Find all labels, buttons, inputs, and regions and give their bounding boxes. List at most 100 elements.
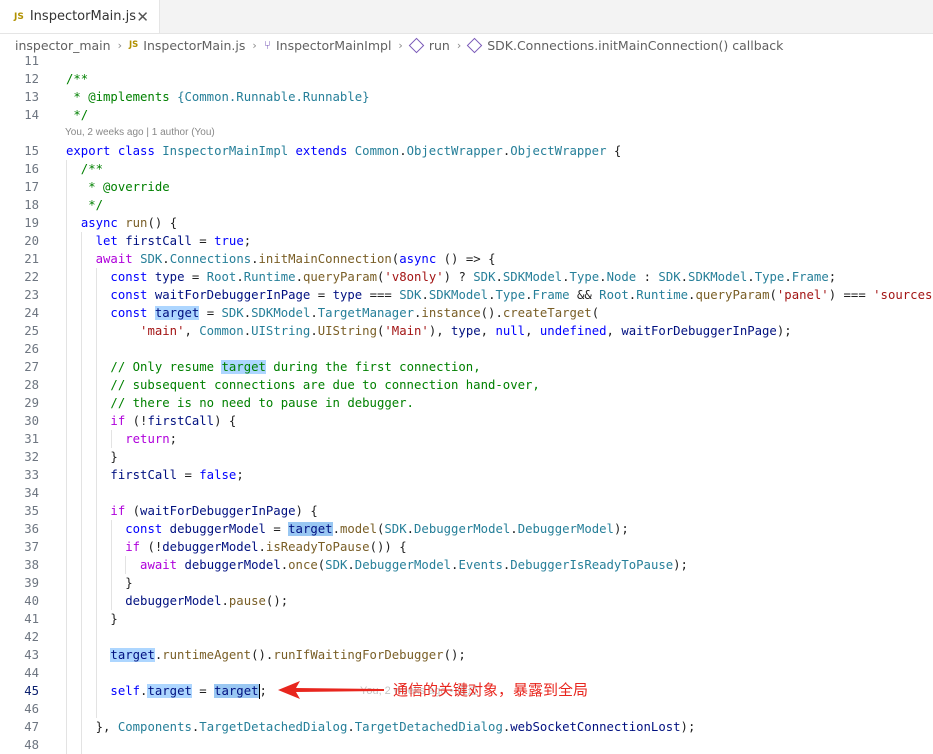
indent-guide (66, 484, 67, 502)
git-blame-annotation[interactable]: You, 2 weeks ago | 1 author (You) (0, 124, 933, 142)
code-line[interactable]: 15 export class InspectorMainImpl extends… (0, 142, 933, 160)
chevron-right-icon: › (398, 38, 403, 52)
code-line[interactable]: 31 return; (0, 430, 933, 448)
code-line[interactable]: 48 (0, 736, 933, 754)
indent-guide (66, 340, 67, 358)
line-number: 11 (24, 54, 39, 68)
indent-guide (80, 628, 82, 646)
indent-guide (95, 700, 97, 718)
code-line[interactable]: 16 /** (0, 160, 933, 178)
line-number: 35 (24, 504, 39, 518)
code-line[interactable]: 41 } (0, 610, 933, 628)
line-number: 34 (24, 486, 39, 500)
code-line[interactable]: 21 await SDK.Connections.initMainConnect… (0, 250, 933, 268)
code-line[interactable]: 12 /** (0, 70, 933, 88)
code-text: // there is no need to pause in debugger… (66, 396, 414, 410)
code-text: export class InspectorMainImpl extends C… (66, 144, 622, 158)
code-line[interactable]: 43 target.runtimeAgent().runIfWaitingFor… (0, 646, 933, 664)
tab-inspectormain-js[interactable]: JS InspectorMain.js ✕ (0, 0, 160, 33)
javascript-file-icon: JS (14, 11, 24, 22)
line-number: 28 (24, 378, 39, 392)
code-line[interactable]: 18 */ (0, 196, 933, 214)
code-line[interactable]: 25 'main', Common.UIString.UIString('Mai… (0, 322, 933, 340)
code-line[interactable]: 23 const waitForDebuggerInPage = type ==… (0, 286, 933, 304)
code-line[interactable]: 14 */ (0, 106, 933, 124)
code-text: firstCall = false; (110, 468, 244, 482)
line-number: 42 (24, 630, 39, 644)
code-line[interactable]: 11 (0, 52, 933, 70)
code-line[interactable]: 24 const target = SDK.SDKModel.TargetMan… (0, 304, 933, 322)
code-text: * @override (66, 180, 170, 194)
code-line[interactable]: 36 const debuggerModel = target.model(SD… (0, 520, 933, 538)
code-line[interactable]: 26 (0, 340, 933, 358)
code-text: * @implements {Common.Runnable.Runnable} (66, 90, 370, 104)
breadcrumb-folder-label: inspector_main (15, 37, 111, 53)
line-number: 25 (24, 324, 39, 338)
code-line[interactable]: 20 let firstCall = true; (0, 232, 933, 250)
code-text: } (110, 450, 118, 464)
line-number: 32 (24, 450, 39, 464)
code-line[interactable]: 30 if (!firstCall) { (0, 412, 933, 430)
indent-guide (80, 700, 82, 718)
code-text: /** (66, 162, 104, 176)
code-line[interactable]: 34 (0, 484, 933, 502)
code-line[interactable]: 38 await debuggerModel.once(SDK.Debugger… (0, 556, 933, 574)
chevron-right-icon: › (117, 38, 122, 52)
line-number: 43 (24, 648, 39, 662)
code-line[interactable]: 32 } (0, 448, 933, 466)
line-number: 27 (24, 360, 39, 374)
code-line[interactable]: 40 debuggerModel.pause(); (0, 592, 933, 610)
code-line[interactable]: 27 // Only resume target during the firs… (0, 358, 933, 376)
code-line[interactable]: 22 const type = Root.Runtime.queryParam(… (0, 268, 933, 286)
code-line[interactable]: 42 (0, 628, 933, 646)
editor-tab-bar: JS InspectorMain.js ✕ (0, 0, 933, 34)
code-text: self.target = target; (110, 684, 267, 699)
code-text: const waitForDebuggerInPage = type === S… (110, 288, 933, 302)
breadcrumb-callback-label: SDK.Connections.initMainConnection() cal… (487, 37, 784, 53)
breadcrumb-method[interactable]: run (408, 37, 450, 53)
indent-guide (80, 664, 82, 682)
code-line[interactable]: 46 (0, 700, 933, 718)
line-number: 19 (24, 216, 39, 230)
code-text: const target = SDK.SDKModel.TargetManage… (110, 306, 600, 320)
indent-guide (66, 664, 67, 682)
line-number: 37 (24, 540, 39, 554)
code-line[interactable]: 35 if (waitForDebuggerInPage) { (0, 502, 933, 520)
indent-guide (95, 664, 97, 682)
breadcrumb-file[interactable]: JS InspectorMain.js (129, 38, 245, 53)
line-number: 17 (24, 180, 39, 194)
breadcrumb-folder[interactable]: inspector_main (15, 38, 111, 53)
breadcrumb-callback[interactable]: SDK.Connections.initMainConnection() cal… (466, 37, 784, 53)
breadcrumb-class[interactable]: ⑂ InspectorMainImpl (264, 38, 392, 53)
line-number: 47 (24, 720, 39, 734)
line-number: 16 (24, 162, 39, 176)
code-line[interactable]: 28 // subsequent connections are due to … (0, 376, 933, 394)
line-number: 38 (24, 558, 39, 572)
line-number: 48 (24, 738, 39, 752)
breadcrumb-class-label: InspectorMainImpl (276, 37, 392, 53)
code-line[interactable]: 39 } (0, 574, 933, 592)
indent-guide (66, 736, 67, 754)
annotation-text: 通信的关键对象，暴露到全局 (393, 681, 589, 699)
line-number: 41 (24, 612, 39, 626)
indent-guide (80, 484, 82, 502)
indent-guide (66, 628, 67, 646)
code-line[interactable]: 33 firstCall = false; (0, 466, 933, 484)
code-text: if (!debuggerModel.isReadyToPause()) { (125, 540, 407, 554)
line-number: 44 (24, 666, 39, 680)
line-number: 12 (24, 72, 39, 86)
line-number: 15 (24, 144, 39, 158)
code-line[interactable]: 13 * @implements {Common.Runnable.Runnab… (0, 88, 933, 106)
line-number: 22 (24, 270, 39, 284)
line-number: 30 (24, 414, 39, 428)
close-icon[interactable]: ✕ (136, 8, 149, 26)
code-line[interactable]: 47 }, Components.TargetDetachedDialog.Ta… (0, 718, 933, 736)
code-text: await SDK.Connections.initMainConnection… (95, 252, 496, 266)
line-number: 24 (24, 306, 39, 320)
code-line[interactable]: 17 * @override (0, 178, 933, 196)
code-line[interactable]: 19 async run() { (0, 214, 933, 232)
code-line[interactable]: 37 if (!debuggerModel.isReadyToPause()) … (0, 538, 933, 556)
line-number: 45 (24, 684, 39, 698)
code-line[interactable]: 29 // there is no need to pause in debug… (0, 394, 933, 412)
code-text: await debuggerModel.once(SDK.DebuggerMod… (140, 558, 688, 572)
